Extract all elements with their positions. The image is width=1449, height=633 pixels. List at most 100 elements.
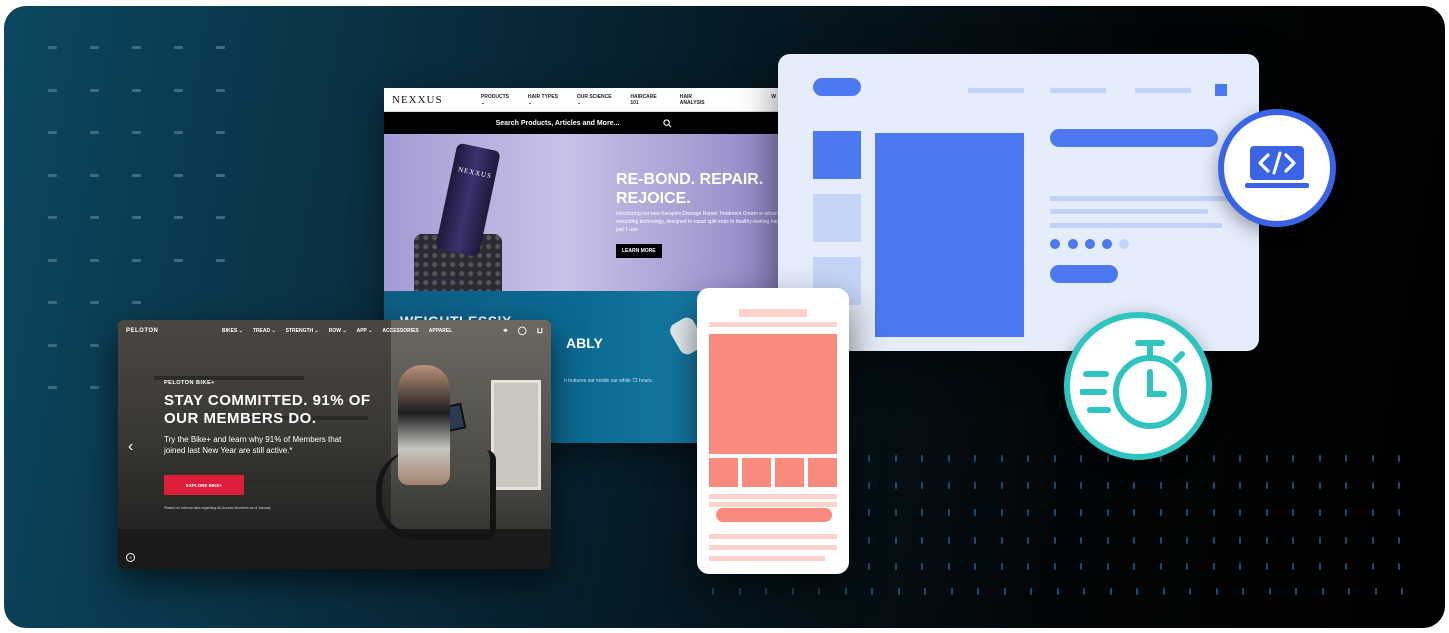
decorative-tick xyxy=(1106,455,1109,462)
decorative-tick xyxy=(1162,588,1165,595)
peloton-nav-item[interactable]: APPAREL xyxy=(429,328,453,334)
wire-mobile-line xyxy=(709,556,825,561)
decorative-tick xyxy=(1239,482,1241,489)
decorative-tick xyxy=(1106,537,1109,544)
peloton-logo[interactable]: PELOTON xyxy=(126,328,222,334)
decorative-tick xyxy=(947,537,950,544)
carousel-prev-icon[interactable]: ‹ xyxy=(128,438,133,456)
wire-logo-pill xyxy=(813,78,861,96)
decorative-tick xyxy=(1371,455,1374,462)
decorative-tick xyxy=(1133,482,1135,489)
peloton-headline: STAY COMMITTED. 91% OF OUR MEMBERS DO. xyxy=(164,392,371,427)
nexxus-nav-item[interactable]: PRODUCTS ⌄ xyxy=(481,94,514,106)
nexxus-nav-item[interactable]: W xyxy=(771,94,776,106)
location-icon[interactable]: ⌖ xyxy=(503,326,508,336)
decorative-tick xyxy=(894,482,897,489)
peloton-nav-item[interactable]: APP ⌄ xyxy=(357,328,373,334)
decorative-tick xyxy=(1080,482,1082,489)
nexxus-hero: NEXXUS RE-BOND. REPAIR. REJOICE. Introdu… xyxy=(384,134,784,291)
decorative-tick xyxy=(1000,455,1003,462)
nexxus-hero-headline: RE-BOND. REPAIR. REJOICE. xyxy=(616,171,764,207)
decorative-tick xyxy=(1371,482,1374,489)
peloton-subtext: Try the Bike+ and learn why 91% of Membe… xyxy=(164,435,342,455)
decorative-dash xyxy=(48,258,57,262)
decorative-tick xyxy=(1292,537,1294,544)
decorative-tick xyxy=(1056,588,1059,595)
decorative-dash xyxy=(90,131,99,134)
peloton-header: PELOTON BIKES ⌄ TREAD ⌄ STRENGTH ⌄ ROW ⌄… xyxy=(118,320,551,342)
decorative-dash xyxy=(216,173,225,177)
decorative-tick xyxy=(1345,509,1347,516)
decorative-dash xyxy=(132,258,141,262)
peloton-nav-item[interactable]: STRENGTH ⌄ xyxy=(286,328,319,334)
wire-title-pill xyxy=(1050,129,1218,147)
decorative-tick xyxy=(950,588,953,595)
wire-nav-line xyxy=(1050,88,1106,93)
decorative-tick xyxy=(1345,455,1347,462)
decorative-tick xyxy=(1345,482,1347,489)
peloton-nav-item[interactable]: BIKES ⌄ xyxy=(222,328,243,334)
decorative-tick xyxy=(974,563,976,570)
decorative-tick xyxy=(868,482,870,489)
decorative-tick xyxy=(1295,588,1297,595)
cart-icon[interactable]: ⊔ xyxy=(537,326,543,336)
wire-mobile-thumb xyxy=(775,458,804,487)
decorative-dash xyxy=(90,46,99,49)
decorative-tick xyxy=(791,588,794,595)
decorative-tick xyxy=(1374,588,1377,595)
nexxus-nav-item[interactable]: HAIRCARE 101 xyxy=(630,94,665,106)
decorative-tick xyxy=(1000,537,1003,544)
peloton-nav-item[interactable]: ROW ⌄ xyxy=(329,328,347,334)
decorative-dash xyxy=(174,173,183,177)
nexxus-search-bar[interactable]: Search Products, Articles and More... xyxy=(384,112,784,134)
decorative-tick xyxy=(921,509,923,516)
learn-more-button[interactable]: LEARN MORE xyxy=(616,244,662,258)
decorative-tick xyxy=(894,455,897,462)
stopwatch-icon xyxy=(1080,340,1187,429)
search-icon[interactable] xyxy=(663,118,672,128)
decorative-tick xyxy=(1398,563,1400,570)
decorative-tick xyxy=(1401,588,1403,595)
decorative-tick xyxy=(1027,482,1029,489)
nexxus-logo[interactable]: NEXXUS xyxy=(392,94,481,106)
decorative-tick xyxy=(1027,509,1029,516)
decorative-tick xyxy=(1371,563,1374,570)
decorative-tick xyxy=(1027,537,1029,544)
decorative-tick xyxy=(1215,588,1218,595)
decorative-tick xyxy=(1265,563,1268,570)
decorative-tick xyxy=(738,588,741,595)
decorative-tick xyxy=(1000,482,1003,489)
pause-button[interactable]: II xyxy=(126,553,135,562)
account-icon[interactable]: ◯ xyxy=(518,326,527,336)
decorative-tick xyxy=(1053,509,1056,516)
decorative-dash xyxy=(132,301,141,304)
nexxus-section2-body: n features our inside our while 72 hours… xyxy=(564,378,653,384)
decorative-tick xyxy=(974,537,976,544)
decorative-tick xyxy=(1292,482,1294,489)
wire-mobile-header xyxy=(739,309,807,317)
nexxus-section2-heading-right: ABLY xyxy=(566,335,603,351)
decorative-tick xyxy=(844,588,847,595)
decorative-tick xyxy=(1321,588,1324,595)
nexxus-nav-item[interactable]: HAIR ANALYSIS xyxy=(680,94,718,106)
rider-image xyxy=(398,365,450,485)
decorative-tick xyxy=(1212,509,1215,516)
explore-bike-button[interactable]: EXPLORE BIKE+ xyxy=(164,475,244,495)
nexxus-nav-item[interactable]: HAIR TYPES ⌄ xyxy=(528,94,563,106)
decorative-tick xyxy=(1053,482,1056,489)
code-laptop-icon xyxy=(1245,146,1309,188)
decorative-dash xyxy=(48,131,57,134)
shelf xyxy=(228,480,388,484)
decorative-tick xyxy=(1239,455,1241,462)
peloton-nav-item[interactable]: ACCESSORIES xyxy=(382,328,418,334)
decorative-dash xyxy=(48,301,57,304)
peloton-fineprint: *Based on internal data regarding All-Ac… xyxy=(164,506,271,510)
peloton-nav-item[interactable]: TREAD ⌄ xyxy=(253,328,276,334)
decorative-tick xyxy=(1106,563,1109,570)
peloton-eyebrow: PELOTON BIKE+ xyxy=(164,380,215,386)
decorative-tick xyxy=(1186,537,1188,544)
wire-mobile-thumb xyxy=(808,458,837,487)
nexxus-nav-item[interactable]: OUR SCIENCE ⌄ xyxy=(577,94,617,106)
wire-button-pill xyxy=(1050,265,1118,283)
decorative-tick xyxy=(974,455,976,462)
